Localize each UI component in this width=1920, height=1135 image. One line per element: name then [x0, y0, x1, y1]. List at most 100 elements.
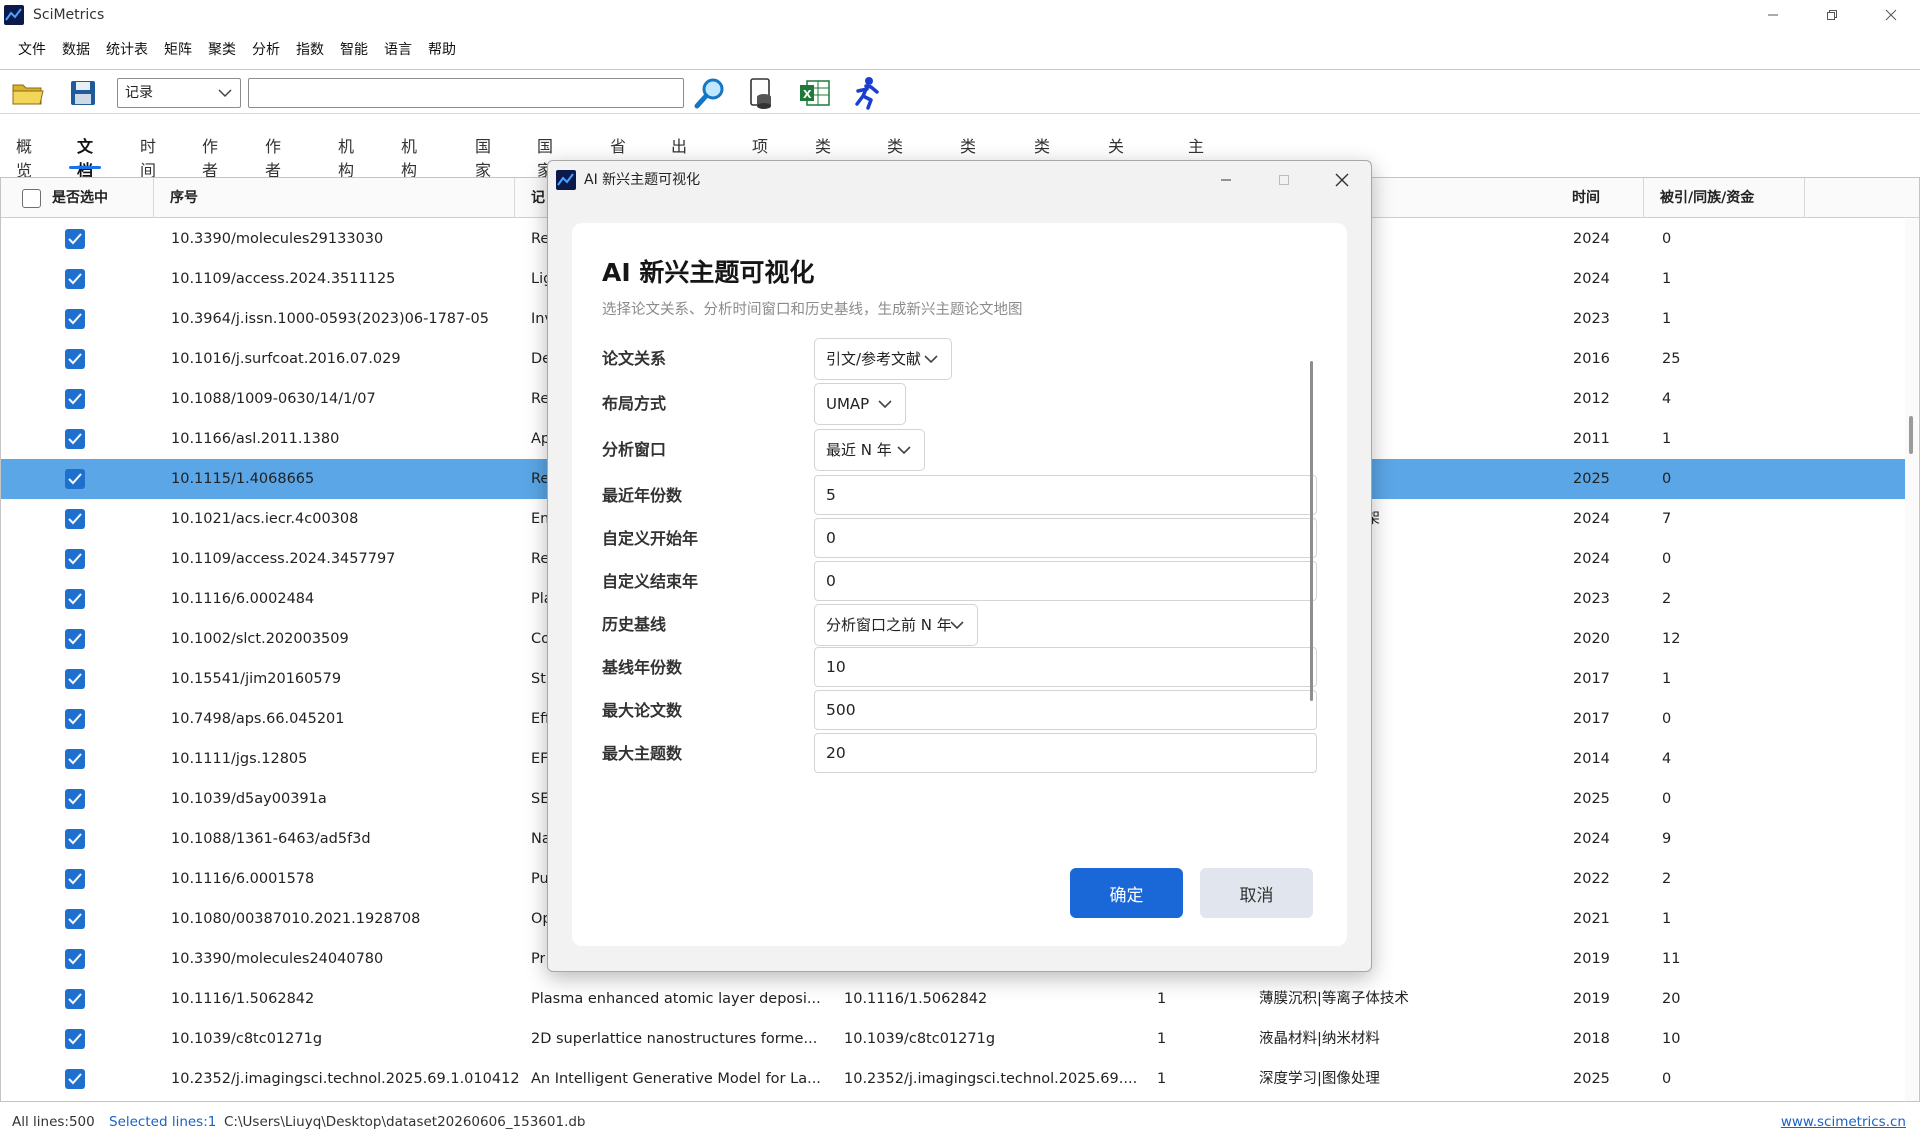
row-checkbox[interactable]: [65, 869, 85, 889]
menu-item[interactable]: 统计表: [90, 39, 148, 59]
row-checkbox[interactable]: [65, 629, 85, 649]
minimize-button[interactable]: [1743, 0, 1802, 29]
select-all-checkbox[interactable]: [22, 189, 41, 208]
cell-id: 10.3390/molecules24040780: [171, 951, 384, 967]
row-checkbox[interactable]: [65, 589, 85, 609]
menu-item[interactable]: 帮助: [412, 39, 456, 59]
cell-cited: 2: [1662, 871, 1672, 887]
row-checkbox[interactable]: [65, 669, 85, 689]
header-time[interactable]: 时间: [1556, 178, 1644, 218]
header-select-label: 是否选中: [52, 190, 108, 206]
tab-item[interactable]: 机构: [338, 123, 354, 180]
menu-item[interactable]: 文件: [0, 39, 46, 59]
dialog-maximize-button[interactable]: [1255, 161, 1313, 199]
row-checkbox[interactable]: [65, 389, 85, 409]
search-input[interactable]: [248, 78, 684, 108]
header-select[interactable]: 是否选中: [1, 178, 154, 218]
maximize-icon: [1279, 175, 1289, 185]
cell-year: 2012: [1573, 391, 1610, 407]
cell-title: St: [531, 671, 546, 687]
tab-item[interactable]: 机构*: [401, 123, 417, 200]
row-checkbox[interactable]: [65, 949, 85, 969]
dialog-close-button[interactable]: [1313, 161, 1371, 199]
table-scrollbar[interactable]: [1905, 219, 1918, 1101]
app-title: SciMetrics: [33, 6, 105, 23]
row-checkbox[interactable]: [65, 229, 85, 249]
form-input[interactable]: [814, 690, 1317, 730]
header-cited[interactable]: 被引/同族/资金: [1644, 178, 1805, 218]
dialog-minimize-button[interactable]: [1197, 161, 1255, 199]
row-checkbox[interactable]: [65, 429, 85, 449]
save-button[interactable]: [65, 76, 101, 110]
row-checkbox[interactable]: [65, 749, 85, 769]
cancel-button[interactable]: 取消: [1200, 868, 1313, 918]
row-checkbox[interactable]: [65, 1069, 85, 1089]
restore-button[interactable]: [1802, 0, 1861, 29]
form-input[interactable]: [814, 733, 1317, 773]
menu-item[interactable]: 指数: [280, 39, 324, 59]
cell-cited: 1: [1662, 431, 1672, 447]
row-checkbox[interactable]: [65, 309, 85, 329]
form-select[interactable]: UMAP: [814, 383, 906, 425]
menu-item[interactable]: 聚类: [192, 39, 236, 59]
close-button[interactable]: [1861, 0, 1920, 29]
form-input[interactable]: [814, 518, 1317, 558]
row-checkbox[interactable]: [65, 829, 85, 849]
cell-tags: 深度学习|图像处理: [1259, 1071, 1380, 1087]
form-input[interactable]: [814, 647, 1317, 687]
row-checkbox[interactable]: [65, 269, 85, 289]
header-serial[interactable]: 序号: [154, 178, 515, 218]
tab-item[interactable]: 时间: [140, 123, 156, 180]
confirm-button[interactable]: 确定: [1070, 868, 1183, 918]
tab-item[interactable]: 文档: [68, 123, 102, 180]
cell-id: 10.1039/c8tc01271g: [171, 1031, 323, 1047]
cell-id: 10.1016/j.surfcoat.2016.07.029: [171, 351, 401, 367]
dialog-window-title: AI 新兴主题可视化: [584, 172, 701, 188]
form-select[interactable]: 分析窗口之前 N 年: [814, 604, 978, 646]
tab-item[interactable]: 国家: [475, 123, 491, 180]
cell-year: 2024: [1573, 551, 1610, 567]
tab-item[interactable]: 作者*: [265, 123, 281, 200]
row-checkbox[interactable]: [65, 349, 85, 369]
row-checkbox[interactable]: [65, 1029, 85, 1049]
table-row[interactable]: 10.1039/c8tc01271g 2D superlattice nanost…: [1, 1019, 1906, 1059]
database-button[interactable]: [743, 76, 779, 110]
menu-item[interactable]: 分析: [236, 39, 280, 59]
field-select[interactable]: 记录: [117, 78, 241, 108]
row-checkbox[interactable]: [65, 509, 85, 529]
tab-item[interactable]: 概览: [16, 123, 32, 180]
row-checkbox[interactable]: [65, 549, 85, 569]
form-input[interactable]: [814, 475, 1317, 515]
form-label: 基线年份数: [602, 658, 683, 677]
menu-item[interactable]: 智能: [324, 39, 368, 59]
row-checkbox[interactable]: [65, 789, 85, 809]
table-row[interactable]: 10.2352/j.imagingsci.technol.2025.69.1.0…: [1, 1059, 1906, 1099]
open-folder-button[interactable]: [10, 76, 46, 110]
dialog-subtitle: 选择论文关系、分析时间窗口和历史基线，生成新兴主题论文地图: [602, 302, 1023, 318]
excel-export-button[interactable]: X: [797, 76, 833, 110]
cell-cited: 4: [1662, 391, 1672, 407]
form-select[interactable]: 引文/参考文献: [814, 338, 952, 380]
website-link[interactable]: www.scimetrics.cn: [1781, 1109, 1906, 1135]
form-input[interactable]: [814, 561, 1317, 601]
table-row[interactable]: 10.1116/1.5062842 Plasma enhanced atomic …: [1, 979, 1906, 1019]
form-row: 最大主题数: [572, 733, 1347, 775]
menu-item[interactable]: 数据: [46, 39, 90, 59]
cell-year: 2024: [1573, 271, 1610, 287]
dialog-form-scrollbar[interactable]: [1310, 361, 1313, 701]
row-checkbox[interactable]: [65, 469, 85, 489]
search-button[interactable]: [692, 76, 728, 110]
row-checkbox[interactable]: [65, 709, 85, 729]
cell-title: Pr: [531, 951, 546, 967]
tab-item[interactable]: 作者: [202, 123, 218, 180]
cell-id: 10.7498/aps.66.045201: [171, 711, 345, 727]
table-scrollbar-thumb[interactable]: [1909, 416, 1913, 454]
run-button[interactable]: [848, 76, 884, 110]
menu-item[interactable]: 矩阵: [148, 39, 192, 59]
cell-cited: 0: [1662, 791, 1672, 807]
row-checkbox[interactable]: [65, 989, 85, 1009]
row-checkbox[interactable]: [65, 909, 85, 929]
menu-item[interactable]: 语言: [368, 39, 412, 59]
form-select[interactable]: 最近 N 年: [814, 429, 925, 471]
cell-count: 1: [1157, 1071, 1167, 1087]
